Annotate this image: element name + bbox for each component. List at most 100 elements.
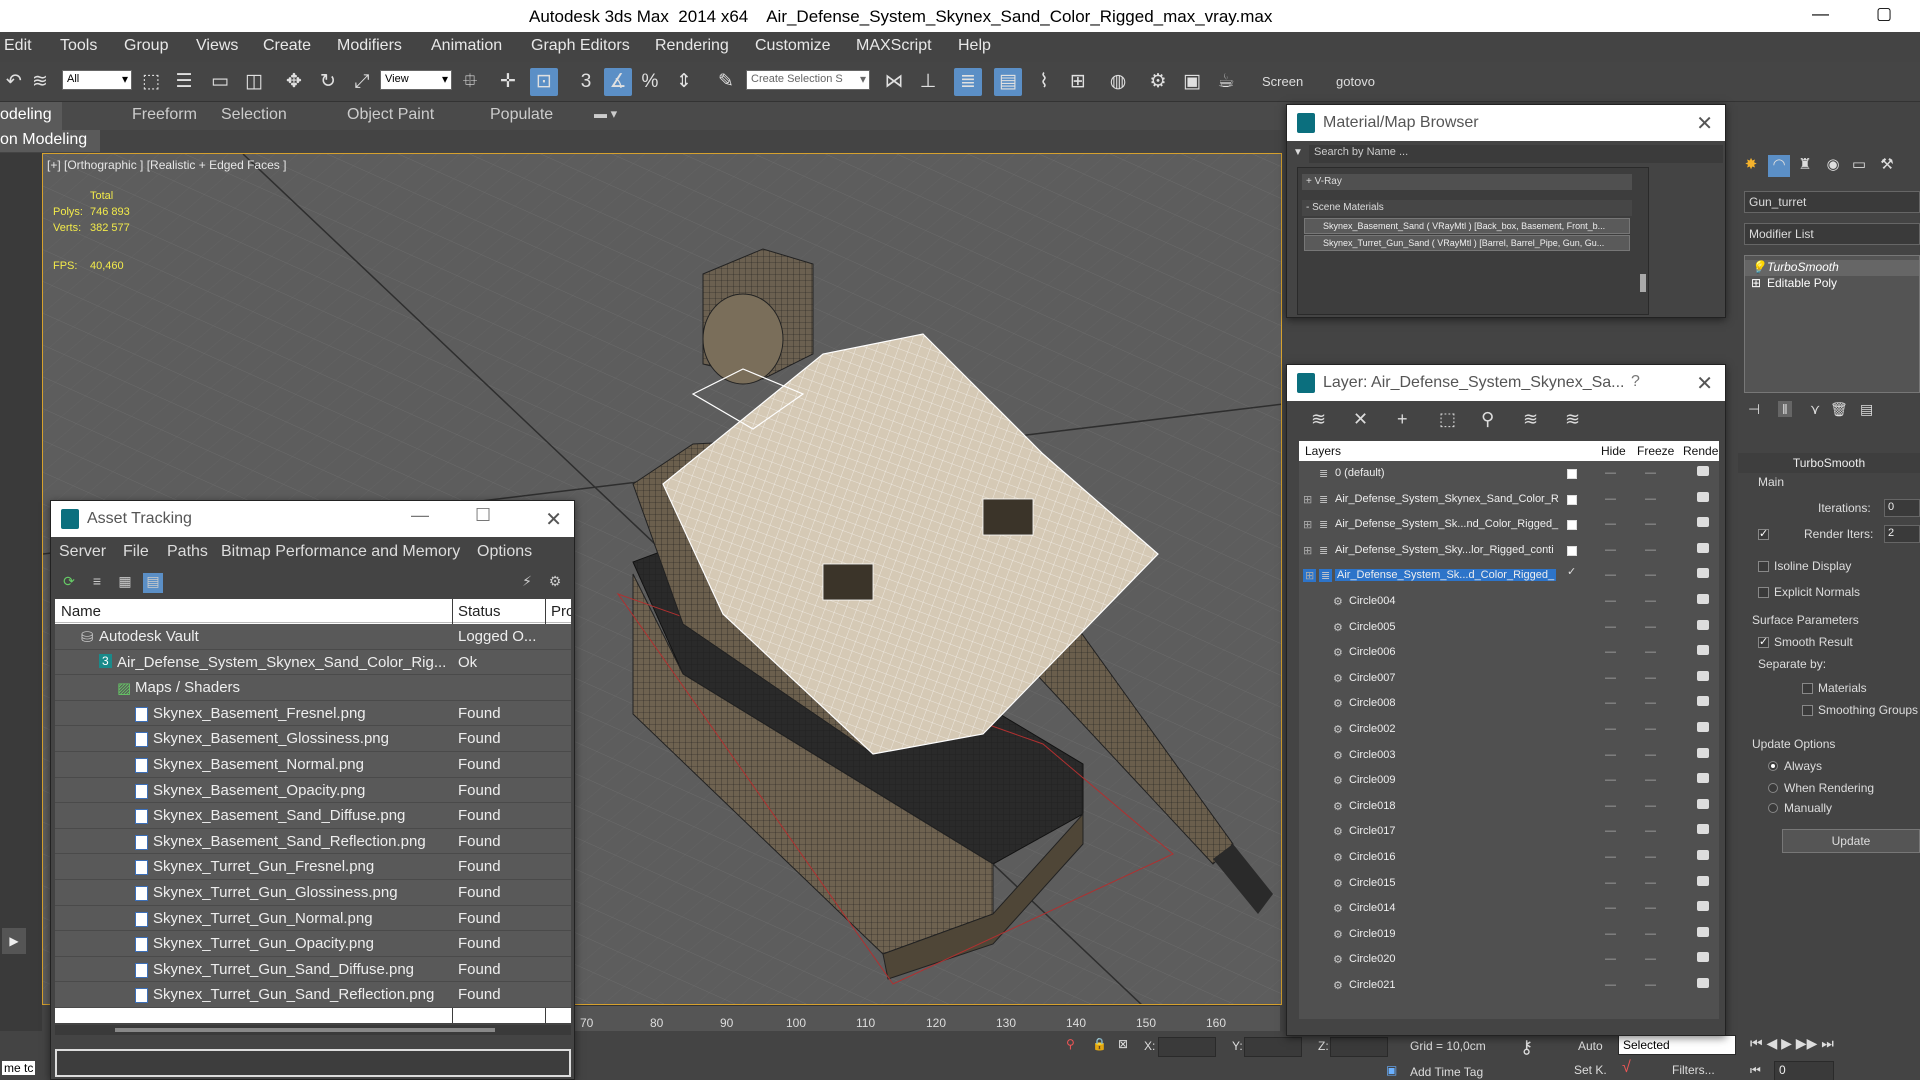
configure-sets-icon[interactable]: ▤ <box>1860 401 1873 418</box>
freeze-toggle[interactable]: — <box>1645 825 1656 837</box>
vray-group-header[interactable]: + V-Ray <box>1302 174 1632 190</box>
hide-toggle[interactable]: — <box>1605 800 1616 812</box>
hide-toggle[interactable]: — <box>1605 979 1616 991</box>
tab-selection[interactable]: Selection <box>221 106 287 124</box>
table-row[interactable]: Skynex_Turret_Gun_Glossiness.png Found <box>55 880 571 906</box>
table-row[interactable]: Skynex_Turret_Gun_Normal.png Found <box>55 905 571 932</box>
render-teapot-icon[interactable] <box>1697 773 1709 784</box>
menu-bitmap-performance[interactable]: Bitmap Performance and Memory <box>221 543 460 561</box>
stack-item-editable-poly[interactable]: ⊞ Editable Poly <box>1745 276 1919 292</box>
hide-all-icon[interactable]: ≋ <box>1523 409 1538 430</box>
list-view-icon[interactable]: ≡ <box>87 573 107 593</box>
key-mode-icon[interactable]: ⏮ <box>1750 1063 1761 1078</box>
hierarchy-tab-icon[interactable]: ♜ <box>1794 155 1816 177</box>
menu-views[interactable]: Views <box>196 37 238 55</box>
layer-object-row[interactable]: ⚙ Circle018 — — <box>1299 794 1719 820</box>
tab-object-paint[interactable]: Object Paint <box>347 106 434 124</box>
expand-plus-icon[interactable]: ⊞ <box>1303 569 1317 583</box>
hide-toggle[interactable]: — <box>1605 723 1616 735</box>
column-render[interactable]: Rende <box>1683 444 1718 458</box>
hide-toggle[interactable]: — <box>1605 569 1616 581</box>
help-button[interactable]: ? <box>1631 373 1640 391</box>
add-time-tag[interactable]: Add Time Tag <box>1410 1065 1483 1079</box>
select-in-layer-icon[interactable]: ⬚ <box>1439 409 1456 430</box>
column-name[interactable]: Name <box>61 603 101 620</box>
object-name-field[interactable]: Gun_turret <box>1744 191 1920 213</box>
layer-row[interactable]: ≣ ⊞ Air_Defense_System_Sky...lor_Rigged_co… <box>1299 538 1719 564</box>
table-view-icon[interactable]: ▤ <box>143 573 163 593</box>
expand-plus-icon[interactable]: ⊞ <box>1303 544 1312 557</box>
time-ruler[interactable]: 70 80 90 100 110 120 130 140 150 160 <box>570 1005 1280 1031</box>
key-filters-button[interactable]: Filters... <box>1672 1063 1715 1077</box>
layer-object-row[interactable]: ⚙ Circle008 — — <box>1299 691 1719 717</box>
hide-toggle[interactable]: — <box>1605 877 1616 889</box>
named-selection-set-dropdown[interactable]: Create Selection S <box>746 70 870 90</box>
hide-toggle[interactable]: — <box>1605 774 1616 786</box>
minimize-icon[interactable]: — <box>411 505 429 526</box>
hide-toggle[interactable]: — <box>1605 646 1616 658</box>
material-search-input[interactable]: Search by Name ... <box>1309 145 1723 163</box>
playback-controls[interactable]: ⏮ ◀ ▶ ▶▶ ⏭ <box>1750 1035 1834 1052</box>
add-to-layer-icon[interactable]: + <box>1397 409 1408 430</box>
set-key-button[interactable]: Set K. <box>1574 1063 1607 1077</box>
menu-customize[interactable]: Customize <box>755 37 831 55</box>
material-item-turret-gun[interactable]: Skynex_Turret_Gun_Sand ( VRayMtl ) [Barr… <box>1304 235 1630 251</box>
layer-object-row[interactable]: ⚙ Circle004 — — <box>1299 589 1719 615</box>
menu-paths[interactable]: Paths <box>167 543 208 561</box>
column-status[interactable]: Status <box>458 603 501 620</box>
close-icon[interactable]: ✕ <box>545 507 562 532</box>
table-row[interactable]: Skynex_Basement_Sand_Diffuse.png Found <box>55 803 571 829</box>
window-crossing-icon[interactable]: ◫ <box>240 68 268 96</box>
menu-file[interactable]: File <box>123 543 149 561</box>
y-coordinate-field[interactable] <box>1244 1037 1302 1057</box>
layer-object-row[interactable]: ⚙ Circle014 — — <box>1299 896 1719 922</box>
key-filter-dropdown[interactable]: Selected <box>1618 1035 1736 1055</box>
menu-rendering[interactable]: Rendering <box>655 37 729 55</box>
smoothing-groups-checkbox[interactable] <box>1802 705 1813 716</box>
freeze-toggle[interactable]: — <box>1645 800 1656 812</box>
freeze-toggle[interactable]: — <box>1645 569 1656 581</box>
scene-materials-header[interactable]: - Scene Materials <box>1302 200 1632 216</box>
highlight-layer-icon[interactable]: ⚲ <box>1481 409 1494 430</box>
freeze-toggle[interactable]: — <box>1645 621 1656 633</box>
menu-tools[interactable]: Tools <box>60 37 97 55</box>
table-row[interactable]: Skynex_Turret_Gun_Sand_Diffuse.png Found <box>55 956 571 983</box>
turbosmooth-rollout[interactable]: TurboSmooth <box>1738 453 1920 473</box>
layer-object-row[interactable]: ⚙ Circle003 — — <box>1299 743 1719 769</box>
materials-checkbox[interactable] <box>1802 683 1813 694</box>
menu-options[interactable]: Options <box>477 543 532 561</box>
table-row[interactable]: Skynex_Basement_Normal.png Found <box>55 752 571 778</box>
render-teapot-icon[interactable] <box>1697 747 1709 758</box>
close-icon[interactable]: ✕ <box>1696 371 1713 396</box>
spinner-snap-icon[interactable]: ⇕ <box>670 68 698 96</box>
angle-snap-icon[interactable]: ∡ <box>604 68 632 96</box>
x-coordinate-field[interactable] <box>1158 1037 1216 1057</box>
hide-toggle[interactable]: — <box>1605 595 1616 607</box>
menu-help[interactable]: Help <box>958 37 991 55</box>
refresh-icon[interactable]: ⟳ <box>59 573 79 593</box>
expand-plus-icon[interactable]: ⊞ <box>1303 493 1312 506</box>
menu-animation[interactable]: Animation <box>431 37 502 55</box>
render-setup-icon[interactable]: ⚙ <box>1144 68 1172 96</box>
table-row-vault[interactable]: ⛁ Autodesk Vault Logged O... <box>55 624 571 650</box>
auto-key-button[interactable]: Auto <box>1578 1039 1603 1053</box>
column-freeze[interactable]: Freeze <box>1637 444 1674 458</box>
table-row-scene-file[interactable]: 3 Air_Defense_System_Skynex_Sand_Color_R… <box>55 649 571 676</box>
scale-icon[interactable]: ⤢ <box>348 68 376 96</box>
pin-stack-icon[interactable]: ⊣ <box>1748 401 1760 418</box>
gotovo-label[interactable]: gotovo <box>1336 74 1375 89</box>
z-coordinate-field[interactable] <box>1330 1037 1388 1057</box>
make-unique-icon[interactable]: ⋎ <box>1810 401 1820 418</box>
rendered-frame-window-icon[interactable]: ▣ <box>1178 68 1206 96</box>
browser-options-icon[interactable]: ▼ <box>1293 147 1303 158</box>
expand-plus-icon[interactable]: ⊞ <box>1303 518 1312 531</box>
hide-toggle[interactable]: — <box>1605 851 1616 863</box>
render-teapot-icon[interactable] <box>1697 491 1709 502</box>
options-icon[interactable]: ⚙ <box>545 573 565 593</box>
render-teapot-icon[interactable] <box>1697 542 1709 553</box>
menu-edit[interactable]: Edit <box>4 37 32 55</box>
show-end-result-icon[interactable]: ‖ <box>1778 401 1792 417</box>
layer-object-row[interactable]: ⚙ Circle002 — — <box>1299 717 1719 743</box>
layer-object-row[interactable]: ⚙ Circle016 — — <box>1299 845 1719 871</box>
stack-item-turbosmooth[interactable]: 💡 TurboSmooth <box>1745 260 1919 276</box>
